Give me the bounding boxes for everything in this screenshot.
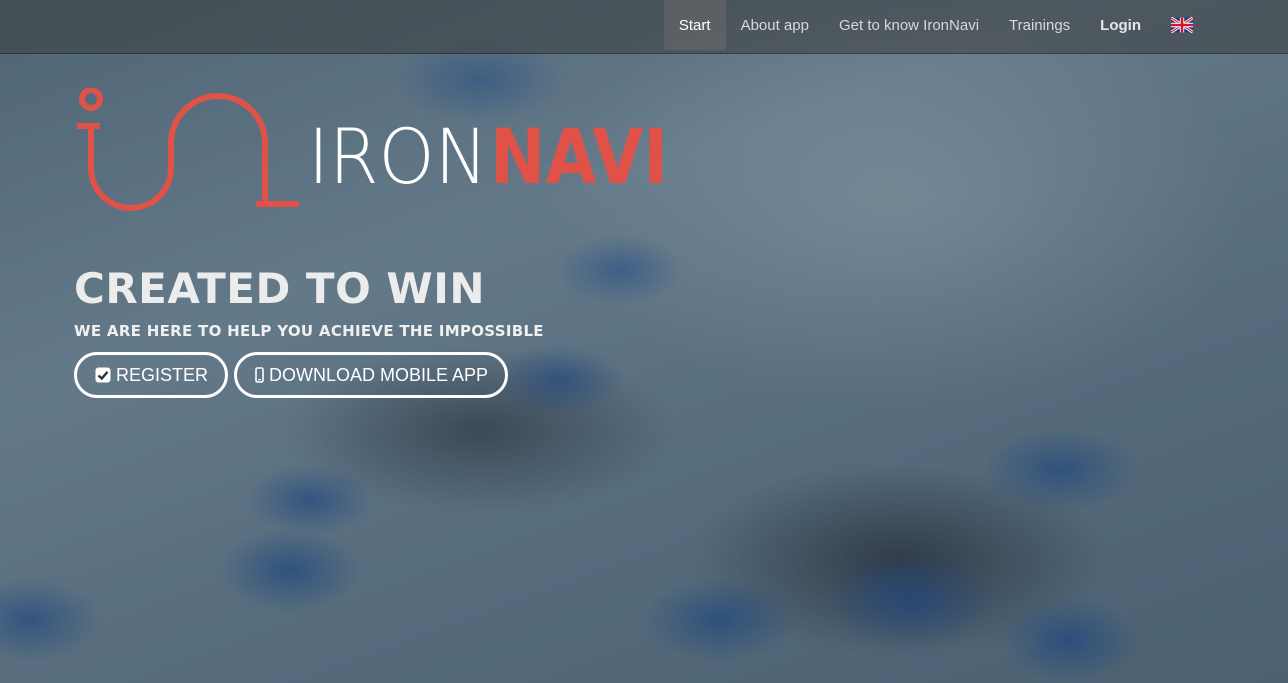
top-navbar: Start About app Get to know IronNavi Tra… [0,0,1288,54]
nav-item-about-app[interactable]: About app [726,0,824,50]
hero-content: IRON NAVI CREATED TO WIN WE ARE HERE TO … [74,88,674,399]
hero-headline: CREATED TO WIN [74,264,486,313]
nav-item-login[interactable]: Login [1085,0,1156,50]
nav-item-trainings[interactable]: Trainings [994,0,1085,50]
nav-menu: Start About app Get to know IronNavi Tra… [663,0,1208,50]
logo-text-navi: NAVI [490,112,668,201]
hero-section: Start About app Get to know IronNavi Tra… [0,0,1288,683]
hero-subline: WE ARE HERE TO HELP YOU ACHIEVE THE IMPO… [74,322,544,341]
mobile-phone-icon [255,367,264,383]
register-button-label: REGISTER [116,364,209,385]
ironnavi-logo: IRON NAVI [77,88,668,211]
logo-text-iron: IRON [308,112,488,201]
hero-buttons: REGISTER DOWNLOAD MOBILE APP [74,352,674,399]
download-mobile-app-button[interactable]: DOWNLOAD MOBILE APP [234,352,509,399]
language-switcher[interactable] [1156,0,1208,50]
register-button[interactable]: REGISTER [74,352,229,399]
download-button-label: DOWNLOAD MOBILE APP [269,364,489,385]
uk-flag-icon [1171,17,1193,33]
checkbox-icon [95,367,111,383]
nav-item-start[interactable]: Start [663,0,726,50]
nav-item-get-to-know[interactable]: Get to know IronNavi [824,0,994,50]
